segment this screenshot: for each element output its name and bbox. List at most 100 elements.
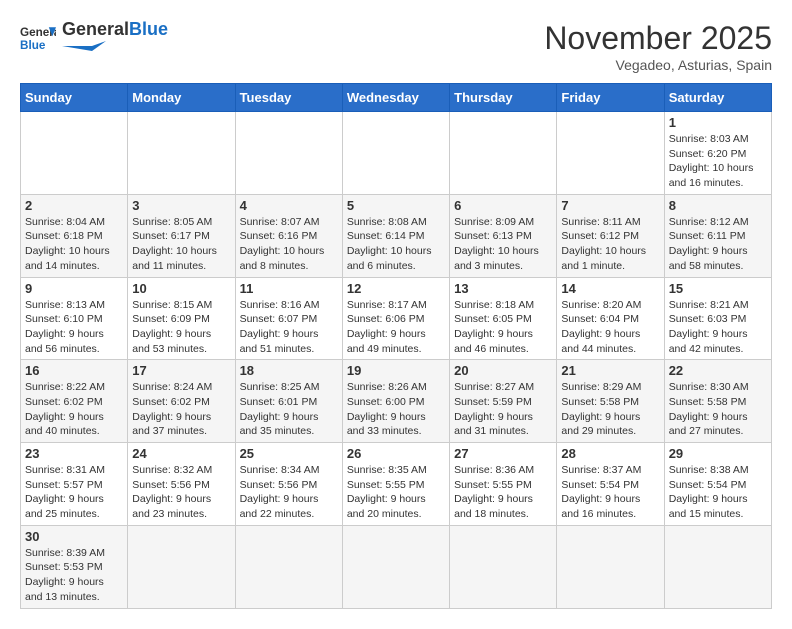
calendar-cell: 21Sunrise: 8:29 AM Sunset: 5:58 PM Dayli… <box>557 360 664 443</box>
calendar-cell <box>557 525 664 608</box>
day-number: 9 <box>25 281 123 296</box>
day-number: 22 <box>669 363 767 378</box>
logo-blue: Blue <box>129 19 168 39</box>
calendar-cell <box>342 112 449 195</box>
day-info: Sunrise: 8:20 AM Sunset: 6:04 PM Dayligh… <box>561 298 659 357</box>
calendar-week-6: 30 Sunrise: 8:39 AM Sunset: 5:53 PM Dayli… <box>21 525 772 608</box>
day-info: Sunrise: 8:18 AM Sunset: 6:05 PM Dayligh… <box>454 298 552 357</box>
day-number: 12 <box>347 281 445 296</box>
svg-text:Blue: Blue <box>20 39 46 52</box>
calendar-cell: 17 Sunrise: 8:24 AM Sunset: 6:02 PM Dayli… <box>128 360 235 443</box>
weekday-header-monday: Monday <box>128 84 235 112</box>
day-number: 18 <box>240 363 338 378</box>
calendar-cell: 15Sunrise: 8:21 AM Sunset: 6:03 PM Dayli… <box>664 277 771 360</box>
calendar-cell: 5 Sunrise: 8:08 AM Sunset: 6:14 PM Daylig… <box>342 194 449 277</box>
day-info: Sunrise: 8:22 AM Sunset: 6:02 PM Dayligh… <box>25 380 123 439</box>
day-number: 21 <box>561 363 659 378</box>
day-info: Sunrise: 8:04 AM Sunset: 6:18 PM Dayligh… <box>25 215 123 274</box>
calendar-cell: 29Sunrise: 8:38 AM Sunset: 5:54 PM Dayli… <box>664 443 771 526</box>
calendar-cell: 24Sunrise: 8:32 AM Sunset: 5:56 PM Dayli… <box>128 443 235 526</box>
calendar-cell: 16 Sunrise: 8:22 AM Sunset: 6:02 PM Dayli… <box>21 360 128 443</box>
calendar-cell: 1Sunrise: 8:03 AM Sunset: 6:20 PM Daylig… <box>664 112 771 195</box>
day-number: 23 <box>25 446 123 461</box>
weekday-header-friday: Friday <box>557 84 664 112</box>
day-info: Sunrise: 8:07 AM Sunset: 6:16 PM Dayligh… <box>240 215 338 274</box>
calendar-cell: 7 Sunrise: 8:11 AM Sunset: 6:12 PM Daylig… <box>557 194 664 277</box>
day-number: 8 <box>669 198 767 213</box>
day-number: 15 <box>669 281 767 296</box>
calendar-week-1: 1Sunrise: 8:03 AM Sunset: 6:20 PM Daylig… <box>21 112 772 195</box>
calendar-cell: 9Sunrise: 8:13 AM Sunset: 6:10 PM Daylig… <box>21 277 128 360</box>
calendar-cell: 14Sunrise: 8:20 AM Sunset: 6:04 PM Dayli… <box>557 277 664 360</box>
calendar-week-2: 2 Sunrise: 8:04 AM Sunset: 6:18 PM Daylig… <box>21 194 772 277</box>
calendar-cell: 6 Sunrise: 8:09 AM Sunset: 6:13 PM Daylig… <box>450 194 557 277</box>
logo-icon: General Blue <box>20 20 56 56</box>
weekday-header-tuesday: Tuesday <box>235 84 342 112</box>
day-number: 10 <box>132 281 230 296</box>
calendar-cell <box>664 525 771 608</box>
calendar-cell: 26Sunrise: 8:35 AM Sunset: 5:55 PM Dayli… <box>342 443 449 526</box>
calendar-cell <box>235 525 342 608</box>
day-info: Sunrise: 8:16 AM Sunset: 6:07 PM Dayligh… <box>240 298 338 357</box>
day-info: Sunrise: 8:12 AM Sunset: 6:11 PM Dayligh… <box>669 215 767 274</box>
calendar-cell: 8 Sunrise: 8:12 AM Sunset: 6:11 PM Daylig… <box>664 194 771 277</box>
calendar-cell: 13Sunrise: 8:18 AM Sunset: 6:05 PM Dayli… <box>450 277 557 360</box>
calendar-cell: 2 Sunrise: 8:04 AM Sunset: 6:18 PM Daylig… <box>21 194 128 277</box>
day-number: 3 <box>132 198 230 213</box>
calendar-cell: 11Sunrise: 8:16 AM Sunset: 6:07 PM Dayli… <box>235 277 342 360</box>
calendar-cell: 25 Sunrise: 8:34 AM Sunset: 5:56 PM Dayli… <box>235 443 342 526</box>
calendar-week-5: 23 Sunrise: 8:31 AM Sunset: 5:57 PM Dayli… <box>21 443 772 526</box>
day-info: Sunrise: 8:37 AM Sunset: 5:54 PM Dayligh… <box>561 463 659 522</box>
calendar-cell <box>128 112 235 195</box>
title-area: November 2025 Vegadeo, Asturias, Spain <box>544 20 772 73</box>
day-number: 27 <box>454 446 552 461</box>
location-subtitle: Vegadeo, Asturias, Spain <box>544 57 772 73</box>
day-info: Sunrise: 8:36 AM Sunset: 5:55 PM Dayligh… <box>454 463 552 522</box>
calendar-cell: 4 Sunrise: 8:07 AM Sunset: 6:16 PM Daylig… <box>235 194 342 277</box>
day-info: Sunrise: 8:39 AM Sunset: 5:53 PM Dayligh… <box>25 546 123 605</box>
day-info: Sunrise: 8:35 AM Sunset: 5:55 PM Dayligh… <box>347 463 445 522</box>
day-number: 16 <box>25 363 123 378</box>
day-info: Sunrise: 8:17 AM Sunset: 6:06 PM Dayligh… <box>347 298 445 357</box>
day-info: Sunrise: 8:25 AM Sunset: 6:01 PM Dayligh… <box>240 380 338 439</box>
day-number: 19 <box>347 363 445 378</box>
calendar-cell: 30 Sunrise: 8:39 AM Sunset: 5:53 PM Dayli… <box>21 525 128 608</box>
day-info: Sunrise: 8:34 AM Sunset: 5:56 PM Dayligh… <box>240 463 338 522</box>
logo-swoosh <box>62 41 106 51</box>
calendar-table: SundayMondayTuesdayWednesdayThursdayFrid… <box>20 83 772 609</box>
day-info: Sunrise: 8:24 AM Sunset: 6:02 PM Dayligh… <box>132 380 230 439</box>
calendar-cell: 12 Sunrise: 8:17 AM Sunset: 6:06 PM Dayli… <box>342 277 449 360</box>
day-number: 1 <box>669 115 767 130</box>
day-number: 30 <box>25 529 123 544</box>
day-number: 17 <box>132 363 230 378</box>
day-info: Sunrise: 8:30 AM Sunset: 5:58 PM Dayligh… <box>669 380 767 439</box>
calendar-cell <box>450 525 557 608</box>
day-number: 2 <box>25 198 123 213</box>
day-info: Sunrise: 8:31 AM Sunset: 5:57 PM Dayligh… <box>25 463 123 522</box>
day-number: 24 <box>132 446 230 461</box>
calendar-cell: 27 Sunrise: 8:36 AM Sunset: 5:55 PM Dayli… <box>450 443 557 526</box>
weekday-header-sunday: Sunday <box>21 84 128 112</box>
day-number: 7 <box>561 198 659 213</box>
day-number: 6 <box>454 198 552 213</box>
weekday-header-wednesday: Wednesday <box>342 84 449 112</box>
calendar-cell: 20Sunrise: 8:27 AM Sunset: 5:59 PM Dayli… <box>450 360 557 443</box>
day-number: 28 <box>561 446 659 461</box>
day-number: 4 <box>240 198 338 213</box>
calendar-cell: 23 Sunrise: 8:31 AM Sunset: 5:57 PM Dayli… <box>21 443 128 526</box>
month-title: November 2025 <box>544 20 772 57</box>
day-number: 20 <box>454 363 552 378</box>
calendar-week-3: 9Sunrise: 8:13 AM Sunset: 6:10 PM Daylig… <box>21 277 772 360</box>
calendar-cell: 10Sunrise: 8:15 AM Sunset: 6:09 PM Dayli… <box>128 277 235 360</box>
calendar-cell: 22 Sunrise: 8:30 AM Sunset: 5:58 PM Dayli… <box>664 360 771 443</box>
weekday-header-saturday: Saturday <box>664 84 771 112</box>
day-number: 29 <box>669 446 767 461</box>
day-info: Sunrise: 8:08 AM Sunset: 6:14 PM Dayligh… <box>347 215 445 274</box>
calendar-cell: 18 Sunrise: 8:25 AM Sunset: 6:01 PM Dayli… <box>235 360 342 443</box>
day-info: Sunrise: 8:11 AM Sunset: 6:12 PM Dayligh… <box>561 215 659 274</box>
calendar-cell <box>128 525 235 608</box>
day-number: 5 <box>347 198 445 213</box>
day-info: Sunrise: 8:05 AM Sunset: 6:17 PM Dayligh… <box>132 215 230 274</box>
day-number: 25 <box>240 446 338 461</box>
day-info: Sunrise: 8:09 AM Sunset: 6:13 PM Dayligh… <box>454 215 552 274</box>
